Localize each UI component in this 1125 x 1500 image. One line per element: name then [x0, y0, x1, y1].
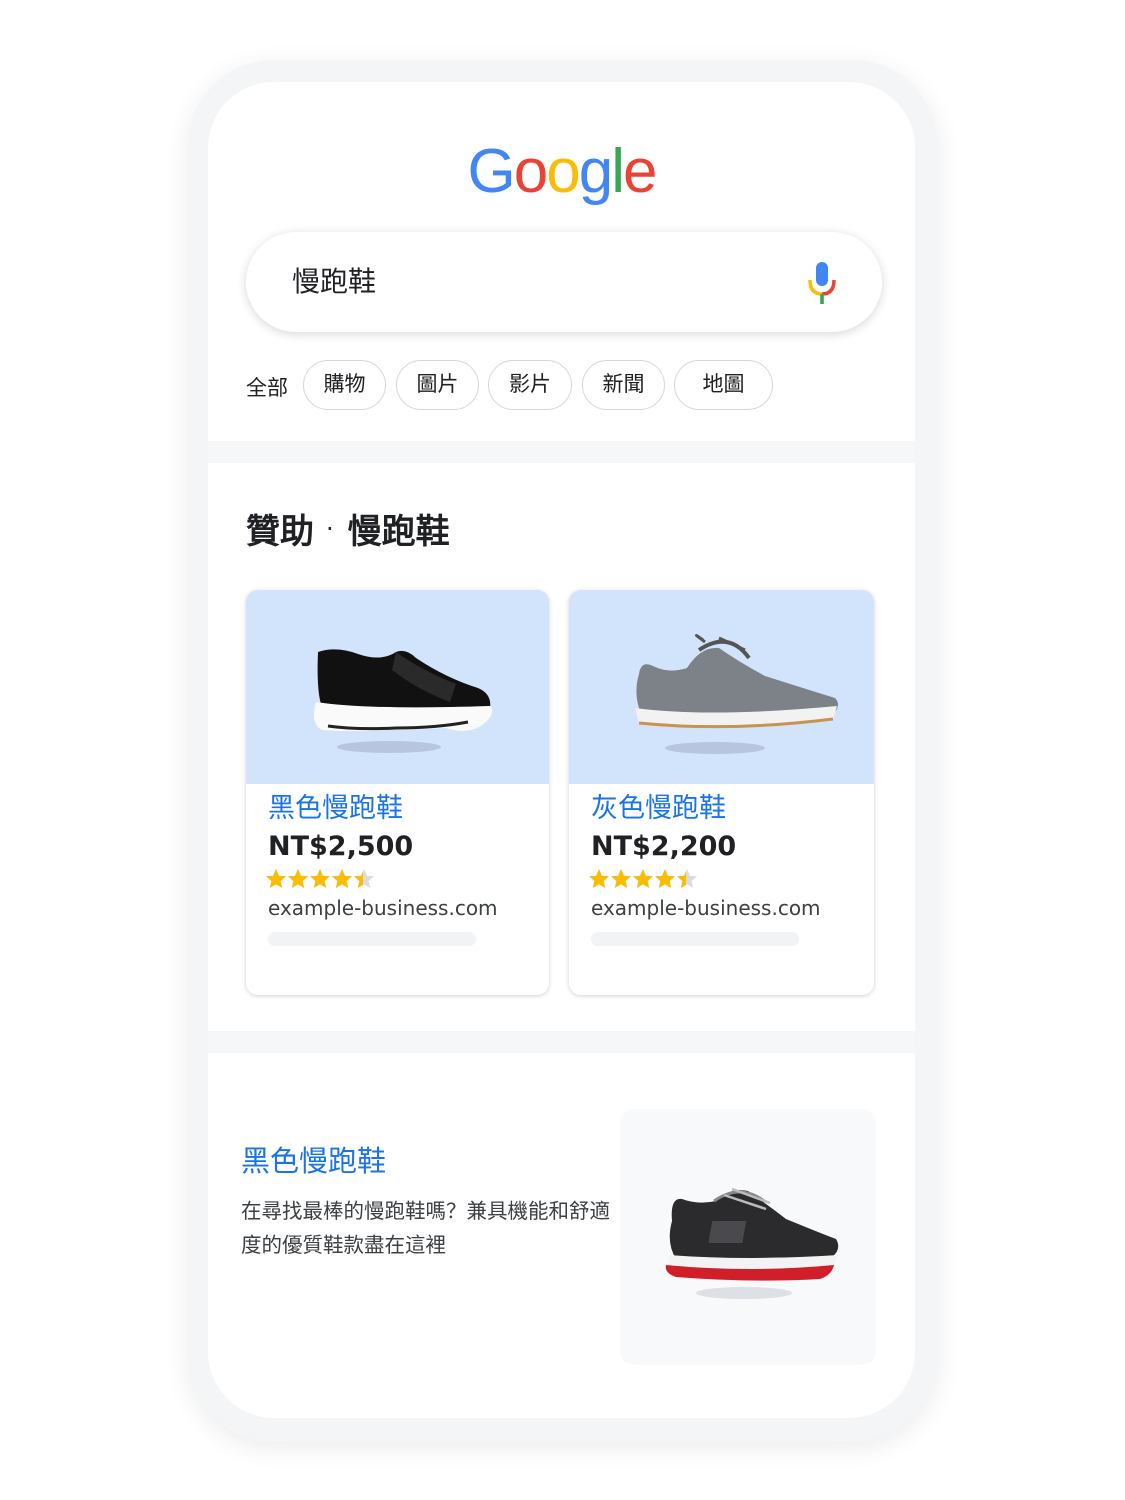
product-image[interactable] — [569, 590, 874, 784]
logo-letter: l — [611, 137, 625, 206]
logo-letter: e — [622, 137, 658, 206]
product-image[interactable] — [246, 590, 549, 784]
product-domain: example-business.com — [268, 896, 498, 920]
chip-videos[interactable]: 影片 — [488, 360, 572, 410]
product-card[interactable]: 灰色慢跑鞋 NT$2,200 example-business.com — [569, 590, 874, 995]
search-bar[interactable]: 慢跑鞋 — [246, 232, 882, 332]
product-domain: example-business.com — [591, 896, 821, 920]
chip-maps[interactable]: 地圖 — [674, 360, 773, 410]
microphone-icon[interactable] — [806, 260, 838, 306]
logo-letter: o — [513, 137, 549, 206]
placeholder-bar — [268, 932, 476, 946]
rating-stars-icon — [589, 869, 697, 888]
chip-news[interactable]: 新聞 — [582, 360, 665, 410]
section-divider — [208, 1031, 915, 1053]
product-price: NT$2,500 — [268, 831, 414, 862]
search-input[interactable]: 慢跑鞋 — [292, 262, 376, 302]
sponsored-label: 贊助 — [246, 512, 314, 552]
logo-letter: g — [578, 137, 614, 206]
gray-lace-up-sneaker-icon — [635, 634, 838, 754]
result-title[interactable]: 黑色慢跑鞋 — [241, 1140, 386, 1182]
sponsored-query: 慢跑鞋 — [347, 512, 450, 552]
product-title[interactable]: 灰色慢跑鞋 — [591, 790, 726, 828]
placeholder-bar — [591, 932, 799, 946]
google-logo: Google — [208, 137, 915, 207]
result-thumbnail[interactable] — [620, 1109, 876, 1365]
logo-letter: G — [467, 137, 516, 206]
chip-shopping[interactable]: 購物 — [303, 360, 386, 410]
separator-dot: · — [326, 515, 334, 543]
product-price: NT$2,200 — [591, 831, 737, 862]
rating-stars-icon — [266, 869, 374, 888]
chip-all[interactable]: 全部 — [246, 372, 288, 404]
logo-letter: o — [546, 137, 581, 206]
chip-images[interactable]: 圖片 — [396, 360, 479, 410]
product-card[interactable]: 黑色慢跑鞋 NT$2,500 example-business.com — [246, 590, 549, 995]
section-divider — [208, 441, 915, 463]
black-red-running-shoe-icon — [665, 1187, 839, 1299]
phone-screen: Google 慢跑鞋 全部 購物 圖片 影片 新聞 地圖 贊助 · 慢跑鞋 黑色… — [208, 82, 915, 1418]
product-title[interactable]: 黑色慢跑鞋 — [268, 790, 403, 828]
result-description: 在尋找最棒的慢跑鞋嗎？兼具機能和舒適度的優質鞋款盡在這裡 — [241, 1199, 610, 1257]
black-slip-on-sneaker-icon — [314, 649, 493, 753]
sponsored-header: 贊助 · 慢跑鞋 — [246, 507, 450, 560]
